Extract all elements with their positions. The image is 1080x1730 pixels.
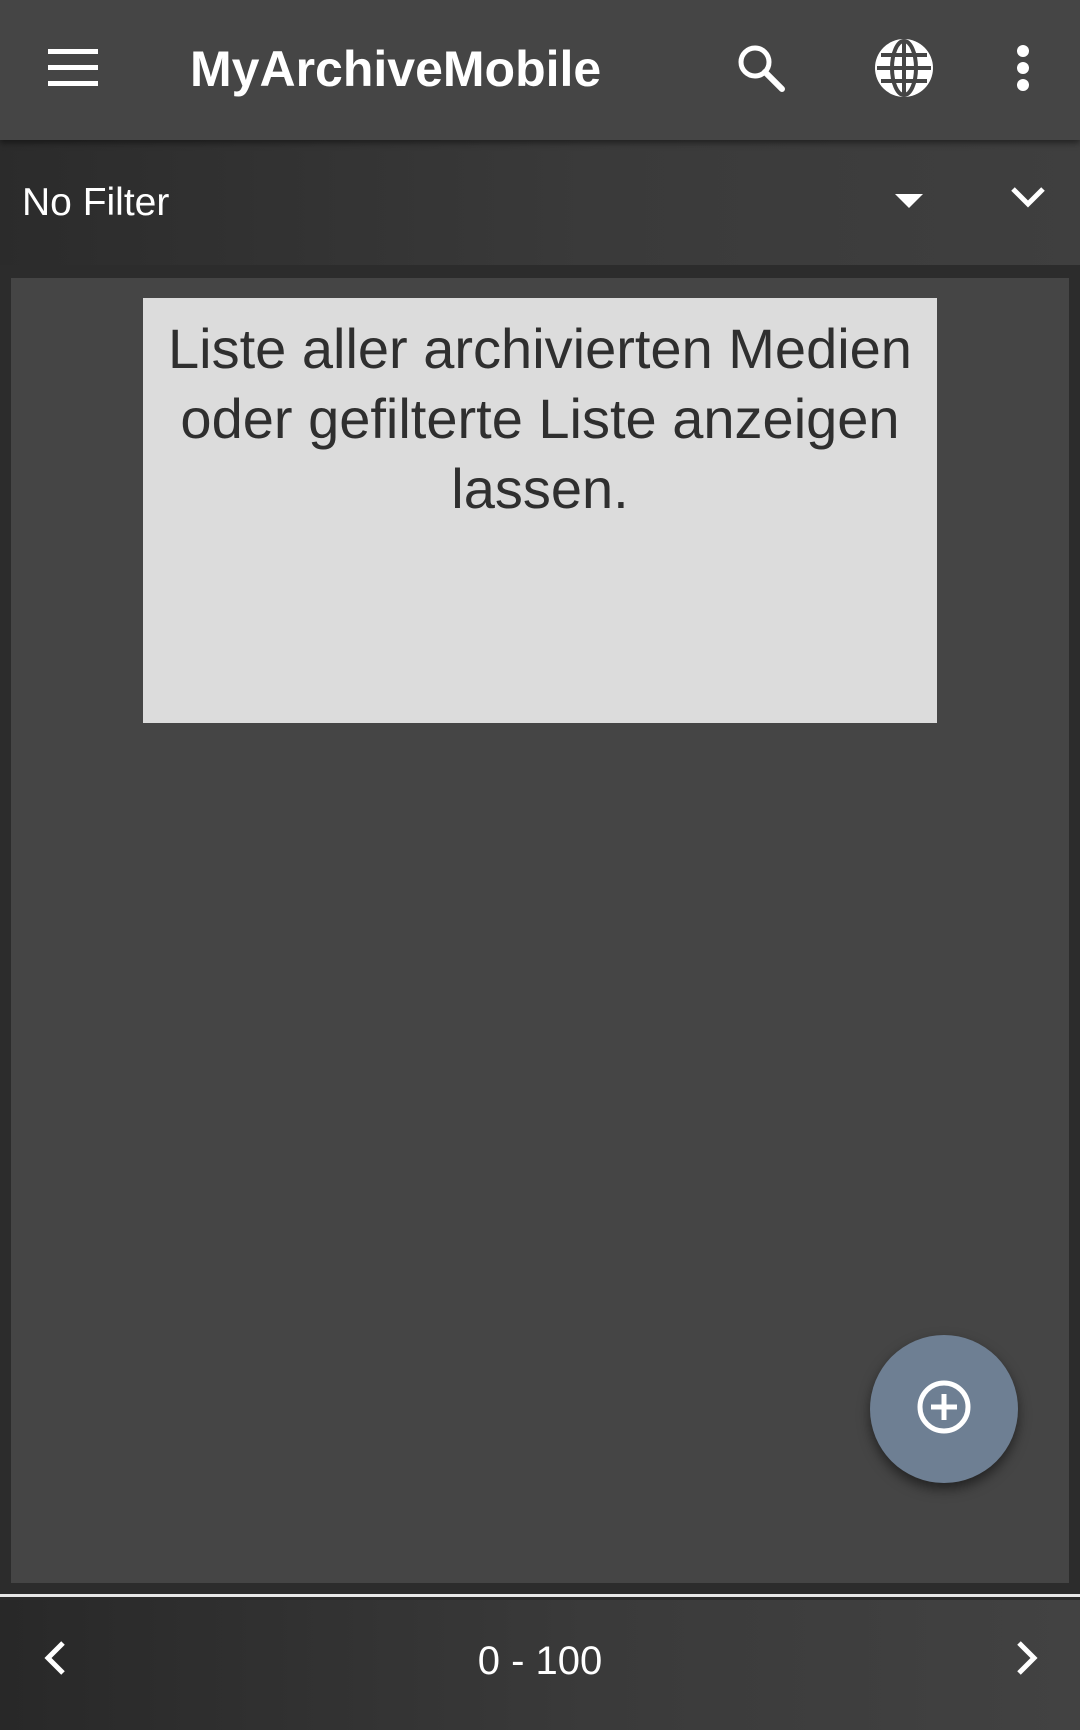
filter-bar: No Filter: [0, 140, 1080, 265]
chevron-right-icon: [1015, 1640, 1039, 1681]
filter-dropdown[interactable]: No Filter: [0, 140, 960, 265]
arrow-drop-down-icon: [895, 194, 923, 208]
chevron-down-icon: [1010, 185, 1046, 214]
info-text: Liste aller archivierten Medien oder gef…: [168, 317, 912, 520]
divider: [0, 1594, 1080, 1597]
language-button[interactable]: [864, 30, 944, 110]
page-range-label: 0 - 100: [477, 1639, 603, 1683]
info-card: Liste aller archivierten Medien oder gef…: [143, 298, 937, 723]
search-button[interactable]: [721, 30, 801, 110]
more-options-button[interactable]: [983, 30, 1063, 110]
globe-icon: [871, 35, 937, 106]
app-screen: MyArchiveMobile No Filter Liste aller ar…: [0, 0, 1080, 1730]
add-media-button[interactable]: [870, 1335, 1018, 1483]
next-page-button[interactable]: [992, 1625, 1062, 1695]
more-vert-icon: [1015, 44, 1031, 96]
search-icon: [735, 42, 787, 99]
filter-selected-value: No Filter: [22, 181, 170, 224]
app-title: MyArchiveMobile: [190, 41, 602, 97]
menu-button[interactable]: [33, 30, 113, 110]
chevron-left-icon: [43, 1640, 67, 1681]
pagination-bar: 0 - 100: [0, 1600, 1080, 1730]
expand-filter-button[interactable]: [990, 162, 1065, 237]
hamburger-menu-icon: [48, 48, 98, 92]
add-circle-icon: [915, 1378, 973, 1441]
previous-page-button[interactable]: [20, 1625, 90, 1695]
top-app-bar: MyArchiveMobile: [0, 0, 1080, 140]
